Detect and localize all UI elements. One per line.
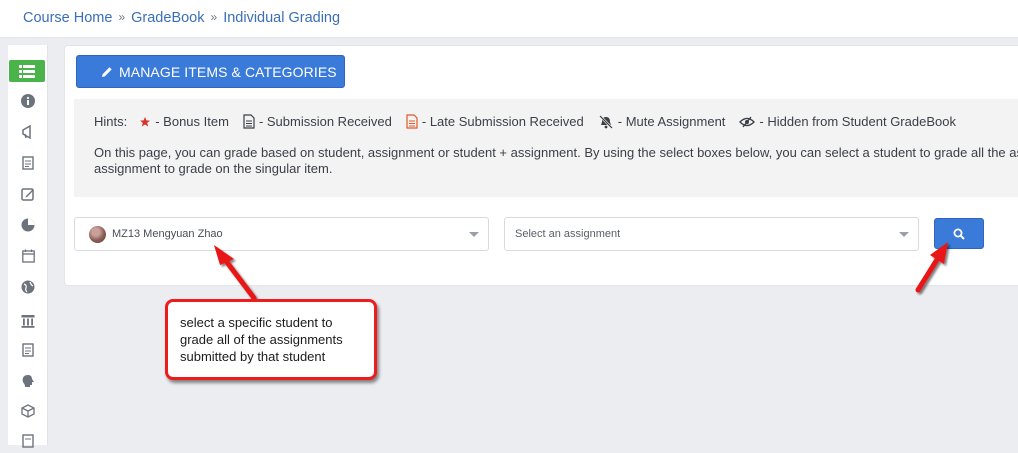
arrow-to-student-select xyxy=(214,245,257,301)
annotation-callout: select a specific student to grade all o… xyxy=(165,299,377,380)
callout-text: select a specific student to grade all o… xyxy=(180,315,343,364)
arrow-to-search-button xyxy=(915,242,948,293)
annotation-arrows xyxy=(214,242,948,301)
